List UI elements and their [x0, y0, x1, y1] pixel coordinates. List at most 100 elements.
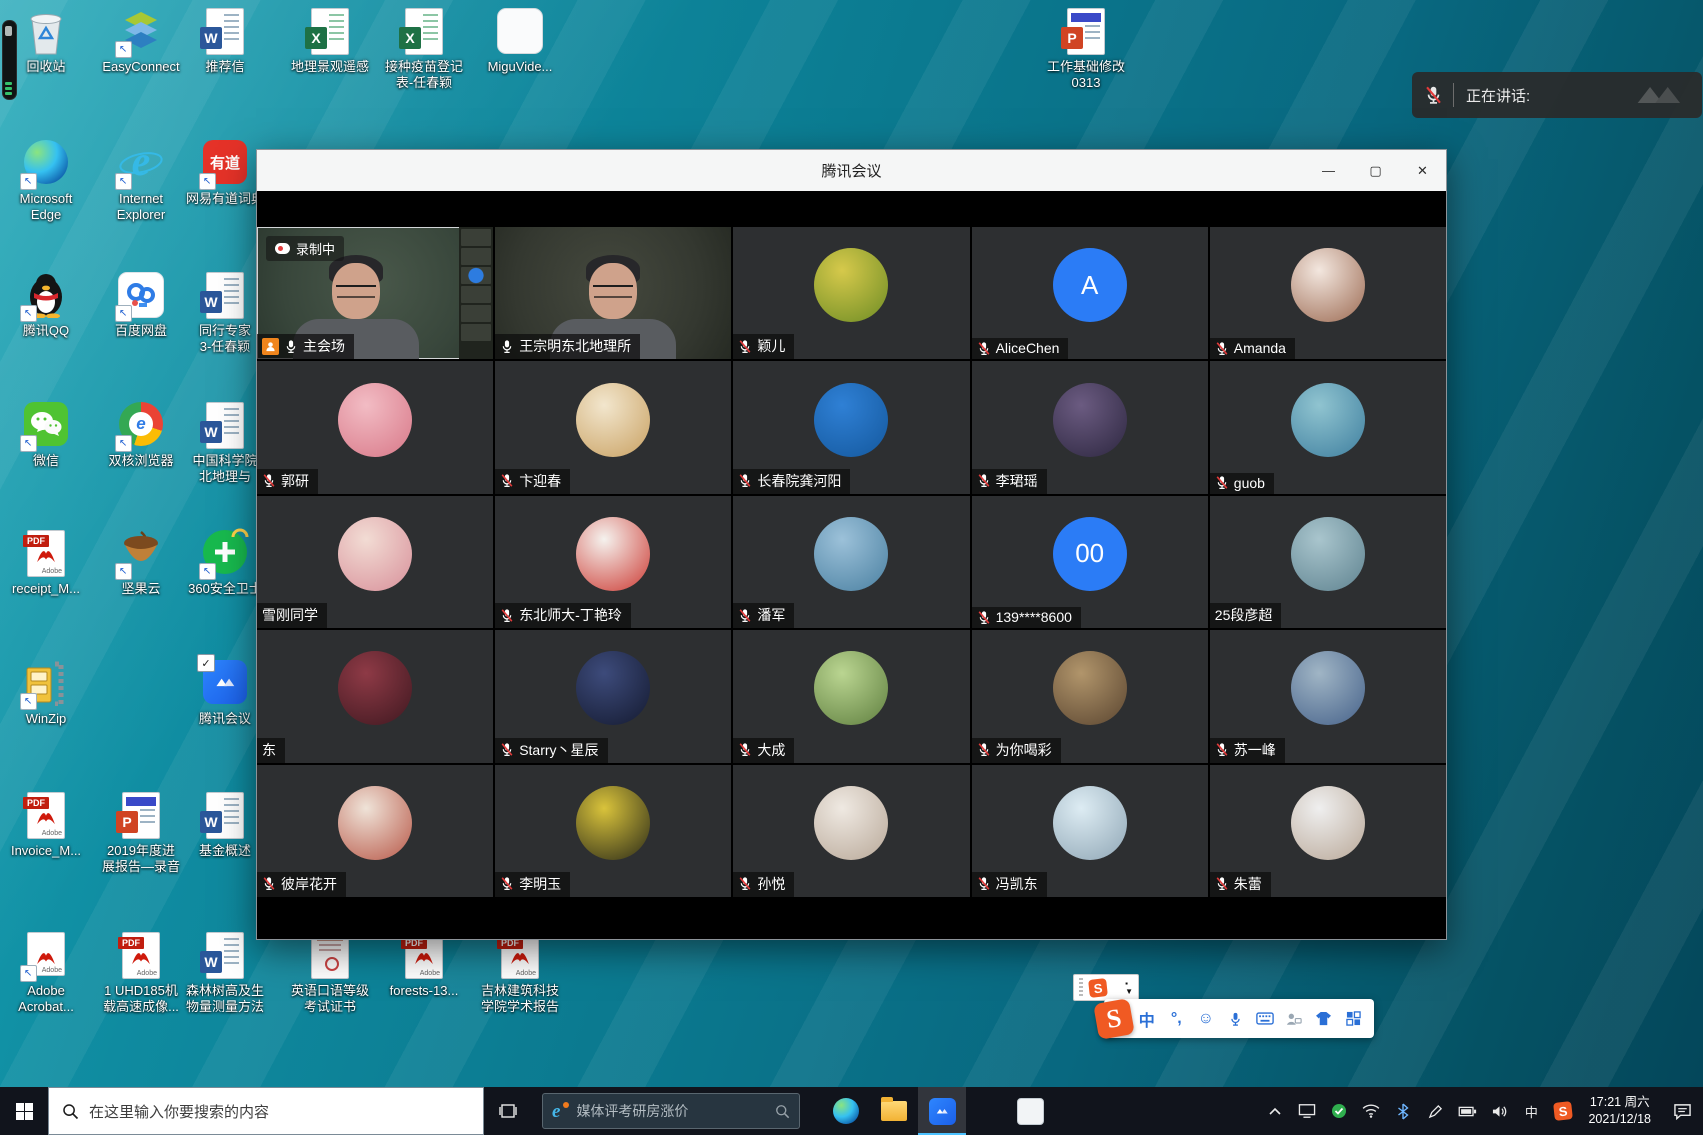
desktop-icon-whiteapp[interactable]: MiguVide...: [463, 8, 577, 75]
shortcut-arrow-icon: ↗: [115, 305, 132, 322]
ime-punctuation-button[interactable]: °,: [1162, 999, 1192, 1038]
avatar: [576, 517, 650, 591]
sogou-tray-icon[interactable]: S: [1548, 1087, 1578, 1135]
hidden-icons-button[interactable]: [1260, 1087, 1290, 1135]
participant-tile[interactable]: guob: [1210, 361, 1446, 493]
mic-muted-icon: [500, 608, 514, 623]
start-button[interactable]: [0, 1087, 48, 1135]
wifi-tray-icon[interactable]: [1356, 1087, 1386, 1135]
participant-tile[interactable]: 卞迎春: [495, 361, 731, 493]
participant-name-label: 李珺瑶: [972, 469, 1047, 494]
language-indicator[interactable]: 中: [1516, 1087, 1546, 1135]
ime-language-button[interactable]: 中: [1132, 999, 1162, 1038]
window-titlebar[interactable]: 腾讯会议 — ▢ ✕: [257, 150, 1446, 191]
mic-muted-icon: [738, 876, 752, 891]
participant-tile[interactable]: 录制中主会场: [257, 227, 493, 359]
participant-tile[interactable]: 00139****8600: [972, 496, 1208, 628]
news-search-widget[interactable]: e 媒体评考研房涨价: [542, 1093, 800, 1129]
speaking-indicator-banner[interactable]: 正在讲话:: [1412, 72, 1702, 118]
participant-name-label: guob: [1210, 473, 1274, 494]
shortcut-arrow-icon: ↗: [115, 41, 132, 58]
ime-skin-button[interactable]: [1309, 999, 1339, 1038]
taskbar-app-file-explorer[interactable]: [870, 1087, 918, 1135]
shortcut-arrow-icon: ↗: [20, 173, 37, 190]
mic-muted-icon: [977, 473, 991, 488]
participant-tile[interactable]: 颖儿: [733, 227, 969, 359]
taskbar-app-edge[interactable]: [822, 1087, 870, 1135]
participant-tile[interactable]: 王宗明东北地理所: [495, 227, 731, 359]
taskbar-clock[interactable]: 17:21 周六 2021/12/18: [1578, 1087, 1661, 1135]
participant-tile[interactable]: 李珺瑶: [972, 361, 1208, 493]
participant-tile[interactable]: 冯凯东: [972, 765, 1208, 897]
participant-tile[interactable]: 彼岸花开: [257, 765, 493, 897]
participant-tile[interactable]: Amanda: [1210, 227, 1446, 359]
desktop-icon-winzip[interactable]: ↗WinZip: [0, 660, 103, 727]
action-center-button[interactable]: [1661, 1087, 1703, 1135]
participant-name-label: 彼岸花开: [257, 872, 346, 897]
maximize-button[interactable]: ▢: [1352, 150, 1399, 191]
participant-tile[interactable]: Starry丶星辰: [495, 630, 731, 762]
battery-tray-icon[interactable]: [1452, 1087, 1482, 1135]
pen-tray-icon[interactable]: [1420, 1087, 1450, 1135]
participant-tile[interactable]: 李明玉: [495, 765, 731, 897]
participant-tile[interactable]: 东北师大-丁艳玲: [495, 496, 731, 628]
participant-tile[interactable]: 为你喝彩: [972, 630, 1208, 762]
participant-name-label: 苏一峰: [1210, 738, 1285, 763]
participant-name-label: 卞迎春: [495, 469, 570, 494]
participant-tile[interactable]: 潘军: [733, 496, 969, 628]
adobe-swirl-icon: [413, 949, 435, 965]
participant-name-label: 东北师大-丁艳玲: [495, 603, 631, 628]
checkbox-icon: ✓: [197, 654, 215, 672]
ime-emoji-button[interactable]: ☺: [1191, 999, 1221, 1038]
desktop-icon-word[interactable]: W推荐信: [168, 8, 282, 75]
ime-toolbox-button[interactable]: [1339, 999, 1369, 1038]
desktop-icon-word[interactable]: W森林树高及生 物量测量方法: [168, 932, 282, 1016]
drag-handle[interactable]: [1079, 978, 1083, 997]
participant-name-label: 长春院龚河阳: [733, 469, 850, 494]
avatar: [1291, 786, 1365, 860]
avatar: [338, 383, 412, 457]
taskbar-search-box[interactable]: 在这里输入你要搜索的内容: [48, 1087, 484, 1135]
shortcut-arrow-icon: ↗: [199, 173, 216, 190]
desktop-icon-label: WinZip: [0, 711, 103, 727]
brightness-slider-widget[interactable]: [2, 20, 17, 100]
participant-name-label: 为你喝彩: [972, 738, 1061, 763]
taskbar-app-pinned[interactable]: [1006, 1087, 1054, 1135]
shared-screen-thumbnail-strip: [459, 227, 493, 359]
minimize-button[interactable]: —: [1305, 150, 1352, 191]
mic-muted-icon: [738, 473, 752, 488]
participant-grid: 录制中主会场王宗明东北地理所颖儿AAliceChenAmanda 郭研卞迎春 长春院…: [257, 227, 1446, 897]
sogou-toolbar[interactable]: S 中 °, ☺: [1104, 999, 1374, 1038]
participant-tile[interactable]: 雪刚同学: [257, 496, 493, 628]
task-view-button[interactable]: [484, 1087, 532, 1135]
desktop-icon-pdf[interactable]: PDFAdobe吉林建筑科技 学院学术报告: [463, 932, 577, 1016]
participant-name-label: 朱蕾: [1210, 872, 1271, 897]
participant-tile[interactable]: 郭研: [257, 361, 493, 493]
clock-time: 17:21 周六: [1590, 1094, 1650, 1111]
taskbar-app-tencent-meeting[interactable]: [918, 1087, 966, 1135]
security-tray-icon[interactable]: [1324, 1087, 1354, 1135]
bluetooth-tray-icon[interactable]: [1388, 1087, 1418, 1135]
participant-tile[interactable]: 大成: [733, 630, 969, 762]
sogou-mini-statusbar[interactable]: S ▪▼: [1073, 974, 1139, 1001]
participant-tile[interactable]: 苏一峰: [1210, 630, 1446, 762]
mic-muted-icon: [500, 876, 514, 891]
participant-tile[interactable]: 东: [257, 630, 493, 762]
adobe-swirl-icon: [509, 949, 531, 965]
participant-tile[interactable]: AAliceChen: [972, 227, 1208, 359]
ime-account-button[interactable]: [1280, 999, 1310, 1038]
participant-tile[interactable]: 25段彦超: [1210, 496, 1446, 628]
participant-tile[interactable]: 长春院龚河阳: [733, 361, 969, 493]
sogou-logo-icon[interactable]: S: [1093, 998, 1135, 1040]
slider-handle[interactable]: [5, 26, 12, 36]
display-tray-icon[interactable]: [1292, 1087, 1322, 1135]
ime-voice-button[interactable]: [1221, 999, 1251, 1038]
participant-tile[interactable]: 朱蕾: [1210, 765, 1446, 897]
close-button[interactable]: ✕: [1399, 150, 1446, 191]
volume-tray-icon[interactable]: [1484, 1087, 1514, 1135]
ime-keyboard-button[interactable]: [1250, 999, 1280, 1038]
expand-arrows-icon[interactable]: ▪▼: [1125, 980, 1133, 994]
desktop-icon-pptdoc[interactable]: P工作基础修改 0313: [1029, 8, 1143, 92]
participant-tile[interactable]: 孙悦: [733, 765, 969, 897]
avatar: [814, 248, 888, 322]
